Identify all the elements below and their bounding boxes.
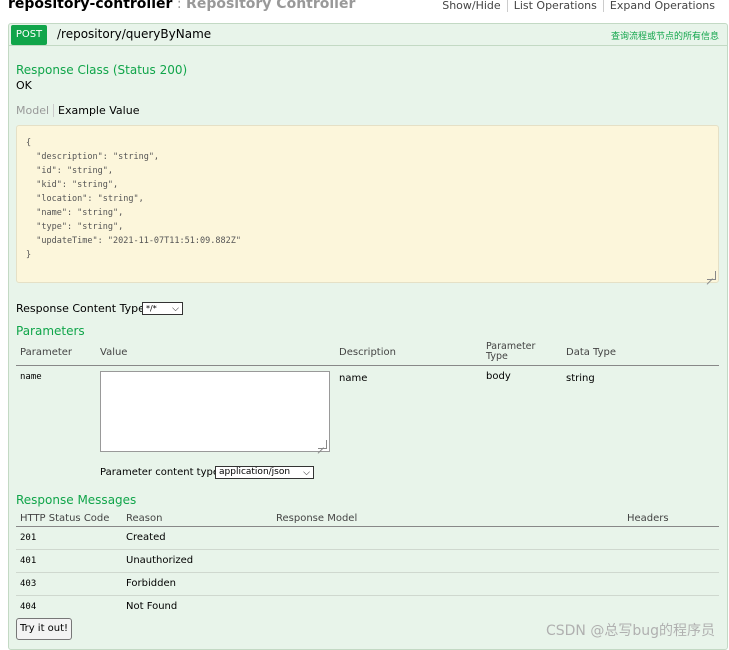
parameter-content-type-select[interactable]: application/json ⌵ <box>215 466 314 479</box>
operation-panel: POST /repository/queryByName 查询流程或节点的所有信… <box>8 23 728 650</box>
parameter-content-type-value: application/json <box>219 467 291 477</box>
controller-links: Show/Hide List Operations Expand Operati… <box>436 0 721 12</box>
resize-handle-icon[interactable] <box>707 271 716 280</box>
chevron-down-icon: ⌵ <box>172 304 179 314</box>
rm-row-reason: Unauthorized <box>126 555 194 566</box>
rm-row-code: 201 <box>20 533 37 543</box>
param-header-divider <box>16 365 719 366</box>
rm-row-reason: Forbidden <box>126 578 176 589</box>
show-hide-link[interactable]: Show/Hide <box>436 0 506 12</box>
watermark: CSDN @总写bug的程序员 <box>545 623 715 639</box>
response-content-type-label: Response Content Type <box>16 302 145 315</box>
param-header-data-type: Data Type <box>566 347 617 358</box>
controller-description: Repository Controller <box>186 0 356 12</box>
json-line: "updateTime": "2021-11-07T11:51:09.882Z" <box>26 236 241 246</box>
json-line: } <box>26 250 32 260</box>
model-tab[interactable]: Model <box>16 104 55 117</box>
rm-header-status-code: HTTP Status Code <box>20 513 110 524</box>
rm-row-divider <box>16 595 719 596</box>
param-data-type: string <box>566 373 595 384</box>
rm-row-code: 403 <box>20 579 37 589</box>
rm-header-headers: Headers <box>627 513 669 524</box>
try-it-out-button[interactable]: Try it out! <box>16 618 72 640</box>
rm-header-reason: Reason <box>126 513 163 524</box>
parameter-content-type-label: Parameter content type: <box>100 467 223 478</box>
response-class-title: Response Class (Status 200) <box>16 63 188 77</box>
controller-title[interactable]: repository-controller : Repository Contr… <box>8 0 355 12</box>
response-messages-title: Response Messages <box>16 493 137 507</box>
rm-row-reason: Created <box>126 532 166 543</box>
operation-path[interactable]: /repository/queryByName <box>57 27 211 41</box>
param-header-value: Value <box>100 347 128 358</box>
expand-operations-link[interactable]: Expand Operations <box>602 0 721 12</box>
json-line: "kid": "string", <box>26 180 119 190</box>
response-class-status: OK <box>16 79 32 92</box>
response-content-type-value: */* <box>146 304 157 313</box>
json-line: "name": "string", <box>26 208 124 218</box>
json-line: { <box>26 138 32 148</box>
controller-title-separator: : <box>172 0 187 12</box>
resize-handle-icon[interactable] <box>318 440 327 449</box>
example-value-box[interactable]: { "description": "string", "id": "string… <box>16 125 719 283</box>
operation-summary[interactable]: 查询流程或节点的所有信息 <box>611 29 719 42</box>
param-header-parameter: Parameter <box>20 347 73 358</box>
model-tabs: Model Example Value <box>16 104 139 117</box>
response-content-type-select[interactable]: */* ⌵ <box>142 302 183 315</box>
param-description: name <box>339 373 368 384</box>
parameters-title: Parameters <box>16 324 85 338</box>
rm-row-divider <box>16 572 719 573</box>
rm-row-code: 401 <box>20 556 37 566</box>
list-operations-link[interactable]: List Operations <box>506 0 603 12</box>
param-name: name <box>20 372 42 382</box>
rm-row-divider <box>16 549 719 550</box>
param-header-parameter-type: Parameter Type <box>486 342 535 362</box>
rm-header-divider <box>16 526 719 527</box>
controller-name[interactable]: repository-controller <box>8 0 172 12</box>
http-method-badge[interactable]: POST <box>11 25 47 45</box>
param-header-parameter-type-line2: Type <box>486 351 508 362</box>
rm-row-reason: Not Found <box>126 601 178 612</box>
json-line: "type": "string", <box>26 222 124 232</box>
rm-header-response-model: Response Model <box>276 513 358 524</box>
chevron-down-icon: ⌵ <box>303 468 310 478</box>
param-header-description: Description <box>339 347 396 358</box>
json-line: "description": "string", <box>26 152 160 162</box>
controller-header: repository-controller : Repository Contr… <box>8 0 721 16</box>
operation-heading[interactable]: POST /repository/queryByName 查询流程或节点的所有信… <box>9 24 727 46</box>
param-type: body <box>486 371 511 382</box>
param-value-textarea[interactable] <box>100 371 330 452</box>
example-value-tab[interactable]: Example Value <box>54 104 139 117</box>
json-line: "location": "string", <box>26 194 144 204</box>
json-line: "id": "string", <box>26 166 113 176</box>
rm-row-code: 404 <box>20 602 37 612</box>
